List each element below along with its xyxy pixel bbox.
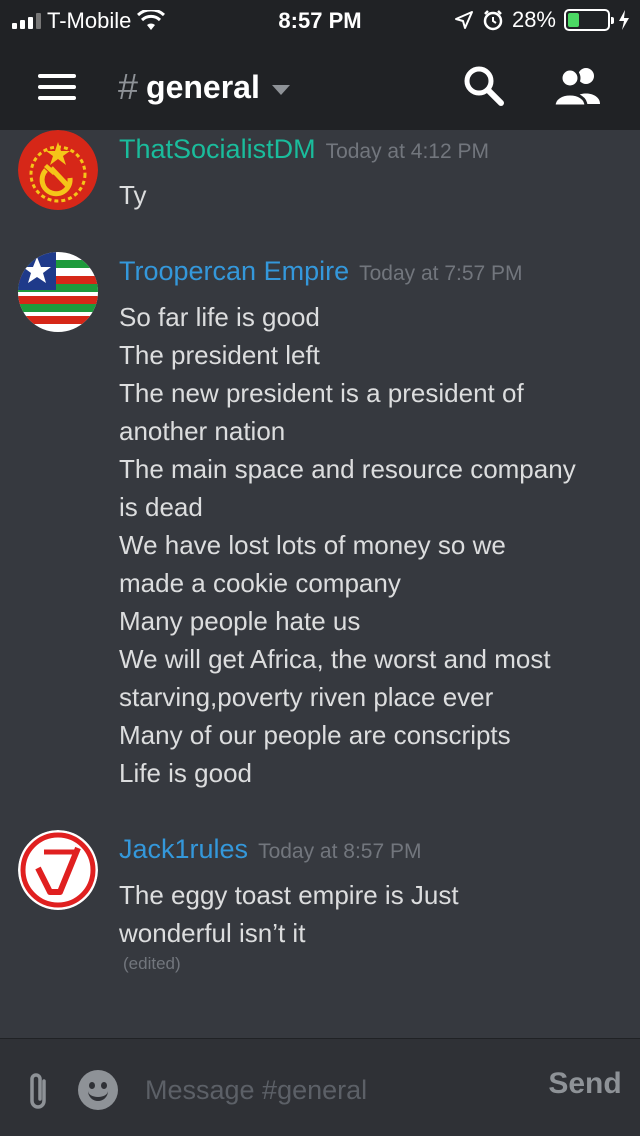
- timestamp: Today at 8:57 PM: [258, 840, 422, 863]
- battery-icon: [564, 9, 614, 31]
- avatar[interactable]: [18, 130, 98, 210]
- location-icon: [454, 11, 473, 29]
- status-right: 28%: [454, 7, 630, 33]
- message-input[interactable]: [145, 1067, 525, 1113]
- status-bar: T-Mobile 8:57 PM 28%: [0, 0, 640, 40]
- battery-percent: 28%: [511, 7, 556, 32]
- battery-fill: [568, 13, 579, 27]
- message-body: So far life is good The president left T…: [119, 298, 619, 792]
- channel-name: general: [146, 68, 260, 105]
- message-header: ThatSocialistDM Today at 4:12 PM: [119, 134, 489, 165]
- message-line: Life is good: [119, 758, 252, 788]
- message-line: Many of our people are conscripts: [119, 720, 511, 750]
- message-line: The president left: [119, 340, 320, 370]
- message-line: Ty: [119, 180, 147, 210]
- alarm-icon: [483, 10, 503, 31]
- logo-icon: [18, 830, 98, 910]
- avatar[interactable]: [18, 252, 98, 332]
- edited-label: (edited): [123, 954, 181, 973]
- flag-icon: [18, 252, 98, 332]
- emoji-icon[interactable]: [78, 1070, 118, 1110]
- message-line: So far life is good: [119, 302, 320, 332]
- message-header: Jack1rules Today at 8:57 PM: [119, 834, 422, 865]
- attachment-icon[interactable]: [22, 1071, 56, 1111]
- charging-icon: [619, 10, 629, 30]
- message-line: wonderful isn’t it: [119, 918, 306, 948]
- search-icon[interactable]: [462, 64, 506, 108]
- message-header: Troopercan Empire Today at 7:57 PM: [119, 256, 523, 287]
- channel-header: # general: [0, 40, 640, 130]
- message-composer: Send: [0, 1038, 640, 1136]
- send-button[interactable]: Send: [540, 1067, 630, 1101]
- members-icon[interactable]: [552, 64, 604, 108]
- timestamp: Today at 7:57 PM: [359, 262, 523, 285]
- message-line: The main space and resource company: [119, 454, 576, 484]
- message-line: The eggy toast empire is Just: [119, 880, 459, 910]
- channel-title[interactable]: # general: [118, 66, 290, 108]
- message-line: made a cookie company: [119, 568, 401, 598]
- chevron-down-icon: [271, 85, 290, 95]
- avatar[interactable]: [18, 830, 98, 910]
- message-body: Ty: [119, 176, 619, 214]
- message-line: is dead: [119, 492, 203, 522]
- channel-hash: #: [118, 66, 139, 107]
- username[interactable]: ThatSocialistDM: [119, 134, 316, 165]
- hammer-sickle-icon: [18, 130, 98, 210]
- message-line: We have lost lots of money so we: [119, 530, 506, 560]
- message-line: another nation: [119, 416, 286, 446]
- message-line: Many people hate us: [119, 606, 361, 636]
- username[interactable]: Jack1rules: [119, 834, 248, 865]
- message-list: ThatSocialistDM Today at 4:12 PM Ty Troo…: [0, 130, 640, 1038]
- menu-icon[interactable]: [38, 74, 76, 100]
- message-body: The eggy toast empire is Just wonderful …: [119, 876, 619, 976]
- message-line: We will get Africa, the worst and most: [119, 644, 551, 674]
- message-line: starving,poverty riven place ever: [119, 682, 494, 712]
- username[interactable]: Troopercan Empire: [119, 256, 349, 287]
- timestamp: Today at 4:12 PM: [325, 140, 489, 163]
- message-line: The new president is a president of: [119, 378, 524, 408]
